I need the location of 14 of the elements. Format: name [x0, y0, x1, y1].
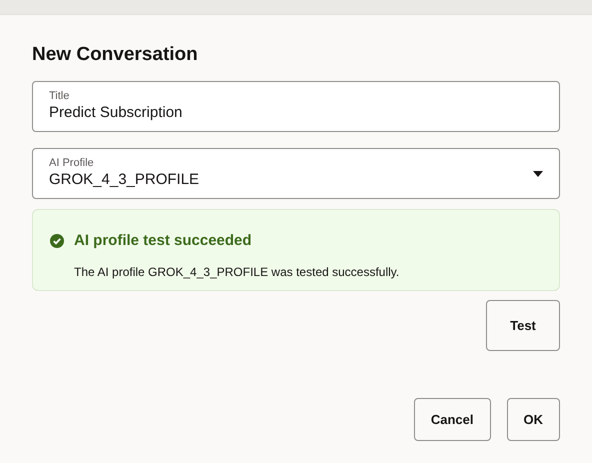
- test-button[interactable]: Test: [486, 300, 560, 351]
- dialog-title: New Conversation: [32, 43, 199, 67]
- check-circle-icon: [50, 234, 64, 248]
- message-title: AI profile test succeeded: [74, 231, 252, 251]
- input-field[interactable]: Title Predict Subscription: [32, 81, 560, 132]
- field-label: Title: [49, 90, 70, 103]
- field-label: AI Profile: [49, 157, 95, 170]
- field-value: GROK_4_3_PROFILE: [49, 170, 200, 190]
- message-body: The AI profile GROK_4_3_PROFILE was tested successfully.: [73, 264, 400, 280]
- cancel-button[interactable]: Cancel: [414, 398, 490, 441]
- field-value: Predict Subscription: [49, 103, 184, 123]
- select-field[interactable]: AI Profile GROK_4_3_PROFILE: [32, 148, 560, 199]
- ok-button[interactable]: OK: [506, 398, 560, 441]
- dropdown-caret-icon: [533, 170, 543, 176]
